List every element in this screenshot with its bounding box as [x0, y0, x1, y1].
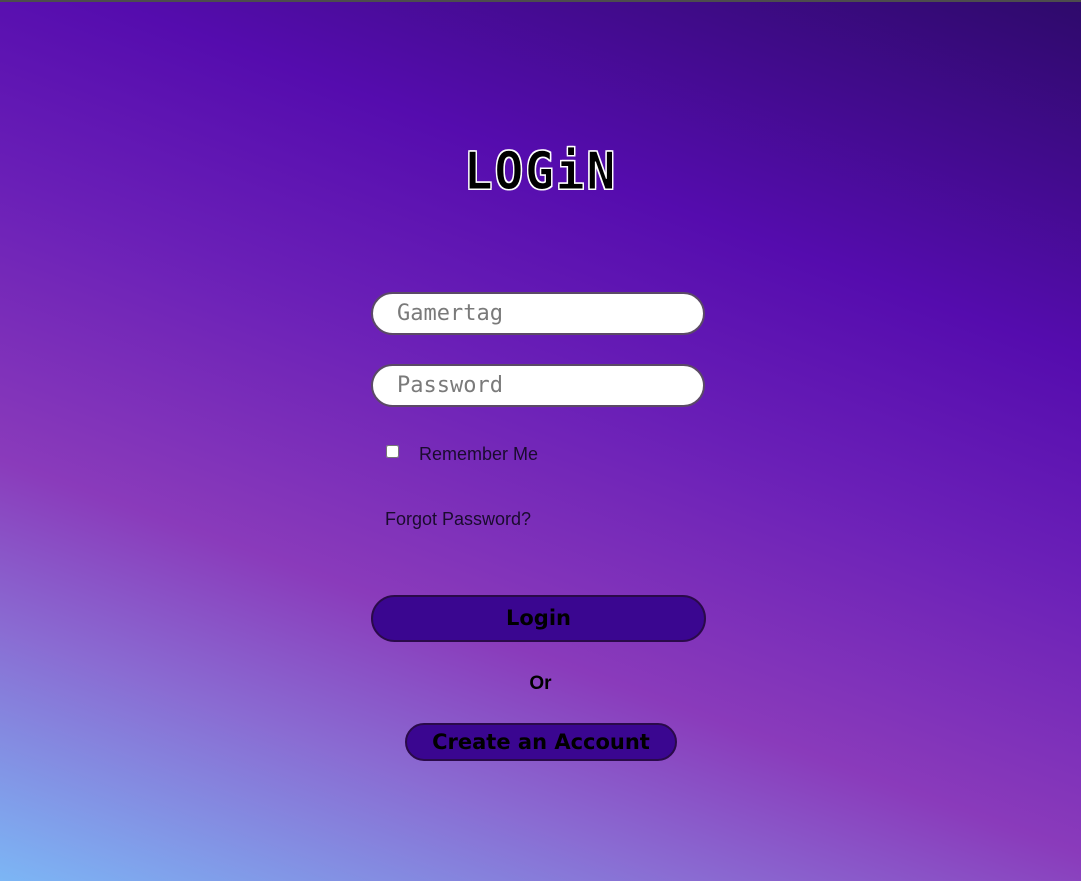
remember-me-label[interactable]: Remember Me [419, 444, 538, 465]
or-divider-text: Or [529, 673, 552, 694]
login-button[interactable]: Login [371, 595, 706, 642]
forgot-password-link[interactable]: Forgot Password? [385, 509, 531, 530]
remember-me-checkbox[interactable] [386, 445, 399, 458]
window-top-border [0, 0, 1081, 2]
create-account-button[interactable]: Create an Account [405, 723, 677, 761]
gamertag-input[interactable] [371, 292, 705, 335]
password-input[interactable] [371, 364, 705, 407]
page-title: LOGiN [463, 142, 618, 203]
remember-me-row: Remember Me [386, 438, 538, 465]
